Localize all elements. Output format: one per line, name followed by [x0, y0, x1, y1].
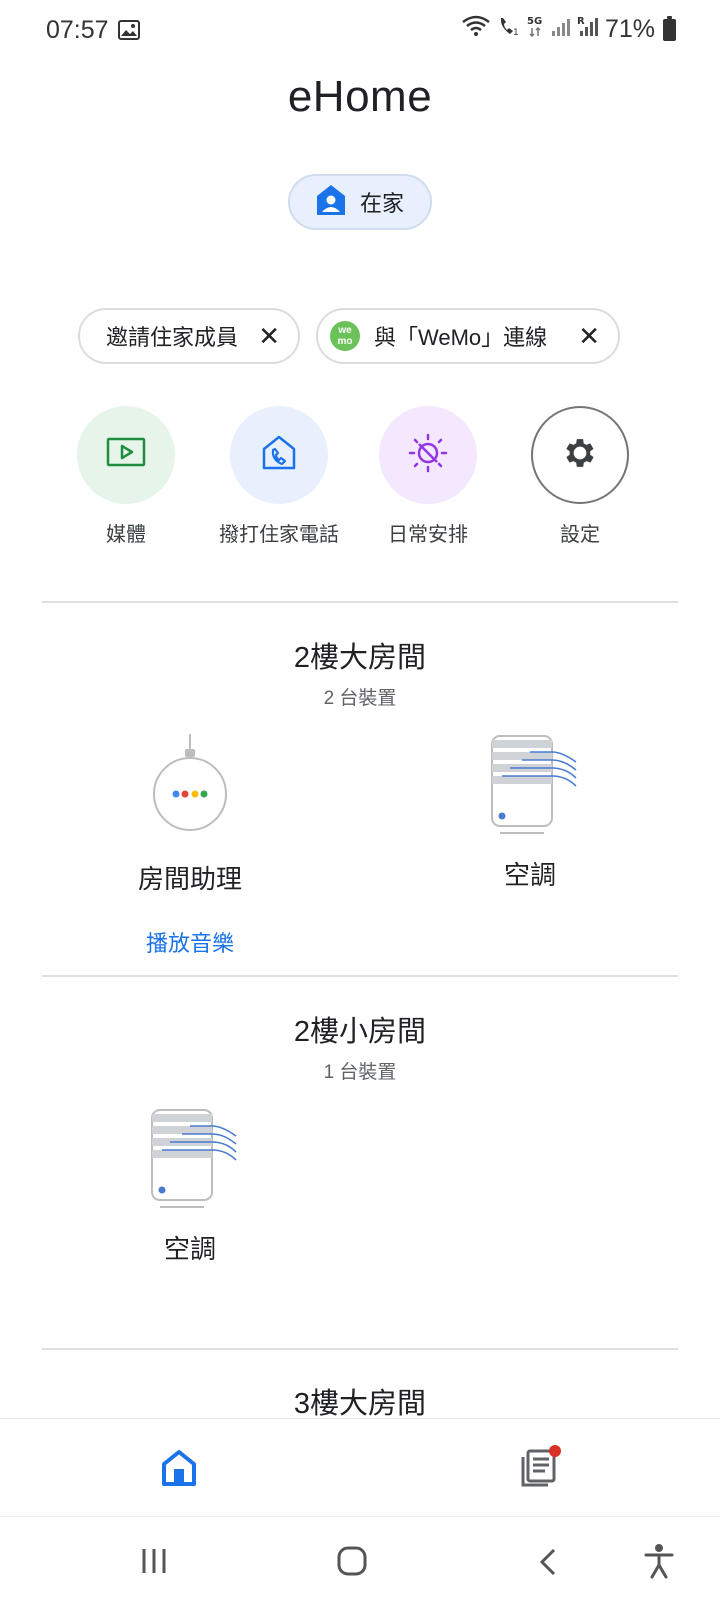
section-divider — [42, 975, 678, 977]
close-icon[interactable]: ✕ — [578, 321, 600, 352]
room-device-count: 1 台裝置 — [323, 1062, 397, 1083]
call-home-label: 撥打住家電話 — [219, 524, 339, 546]
signal-roaming-icon: R — [577, 15, 599, 44]
call-home-action[interactable]: 撥打住家電話 — [219, 406, 339, 547]
air-conditioner-device[interactable]: 空調 — [430, 734, 630, 892]
room-title[interactable]: 2樓小房間 — [0, 1008, 720, 1050]
gear-icon — [561, 434, 599, 477]
routines-sun-moon-icon — [406, 431, 450, 480]
gallery-notification-icon — [118, 20, 140, 45]
media-action[interactable]: 媒體 — [76, 406, 176, 547]
device-name: 房間助理 — [137, 864, 242, 894]
feed-tab-icon[interactable] — [520, 1445, 564, 1494]
wemo-logo-icon: we mo — [330, 321, 360, 351]
accessibility-icon[interactable] — [644, 1543, 674, 1584]
routines-button[interactable] — [379, 406, 477, 504]
air-conditioner-icon — [482, 734, 578, 843]
media-play-icon — [106, 437, 146, 474]
home-tab-icon[interactable] — [160, 1449, 198, 1492]
battery-percent: 71% — [604, 15, 655, 43]
call-home-button[interactable] — [230, 406, 328, 504]
section-divider — [42, 1348, 678, 1350]
wifi-icon — [461, 15, 491, 44]
wifi-call-icon: 1 — [497, 15, 521, 44]
system-navigation-bar — [0, 1516, 720, 1601]
app-title: eHome — [287, 72, 433, 121]
home-mode-label: 在家 — [359, 191, 404, 216]
close-icon[interactable]: ✕ — [258, 321, 280, 352]
settings-button[interactable] — [531, 406, 629, 504]
room-title[interactable]: 3樓大房間 — [0, 1380, 720, 1422]
battery-icon — [663, 15, 676, 41]
signal-icon — [551, 15, 571, 44]
media-label: 媒體 — [106, 524, 146, 546]
svg-text:1: 1 — [513, 28, 519, 37]
home-mode-chip[interactable]: 在家 — [288, 174, 432, 230]
device-name: 空調 — [503, 860, 556, 890]
play-music-link[interactable]: 播放音樂 — [146, 926, 234, 958]
smart-speaker-icon — [150, 734, 230, 839]
home-phone-icon — [260, 434, 298, 477]
room-assistant-device[interactable]: 房間助理 播放音樂 — [90, 734, 290, 958]
svg-text:5G: 5G — [527, 16, 542, 27]
home-system-icon[interactable] — [336, 1545, 368, 1582]
settings-label: 設定 — [560, 524, 600, 546]
recent-apps-icon[interactable] — [140, 1547, 168, 1580]
settings-action[interactable]: 設定 — [530, 406, 630, 547]
home-person-icon — [316, 184, 346, 221]
invite-members-chip[interactable]: 邀請住家成員 ✕ — [78, 308, 300, 364]
status-bar: 07:57 1 5G R 71% — [0, 0, 720, 64]
status-icons: 1 5G R 71% — [461, 14, 676, 45]
status-time: 07:57 — [46, 16, 109, 44]
device-name: 空調 — [163, 1234, 216, 1264]
bottom-navigation — [0, 1418, 720, 1517]
routines-label: 日常安排 — [388, 524, 468, 546]
room-device-count: 2 台裝置 — [323, 688, 397, 709]
air-conditioner-device[interactable]: 空調 — [90, 1108, 290, 1266]
media-button[interactable] — [77, 406, 175, 504]
5g-icon: 5G — [527, 14, 545, 45]
invite-members-label: 邀請住家成員 — [106, 325, 239, 350]
back-icon[interactable] — [538, 1547, 558, 1582]
svg-text:R: R — [577, 16, 585, 27]
section-divider — [42, 601, 678, 603]
routines-action[interactable]: 日常安排 — [378, 406, 478, 547]
room-title[interactable]: 2樓大房間 — [0, 634, 720, 676]
wemo-connect-label: 與「WeMo」連線 — [374, 325, 548, 350]
air-conditioner-icon — [142, 1108, 238, 1217]
wemo-connect-chip[interactable]: we mo 與「WeMo」連線 ✕ — [316, 308, 620, 364]
